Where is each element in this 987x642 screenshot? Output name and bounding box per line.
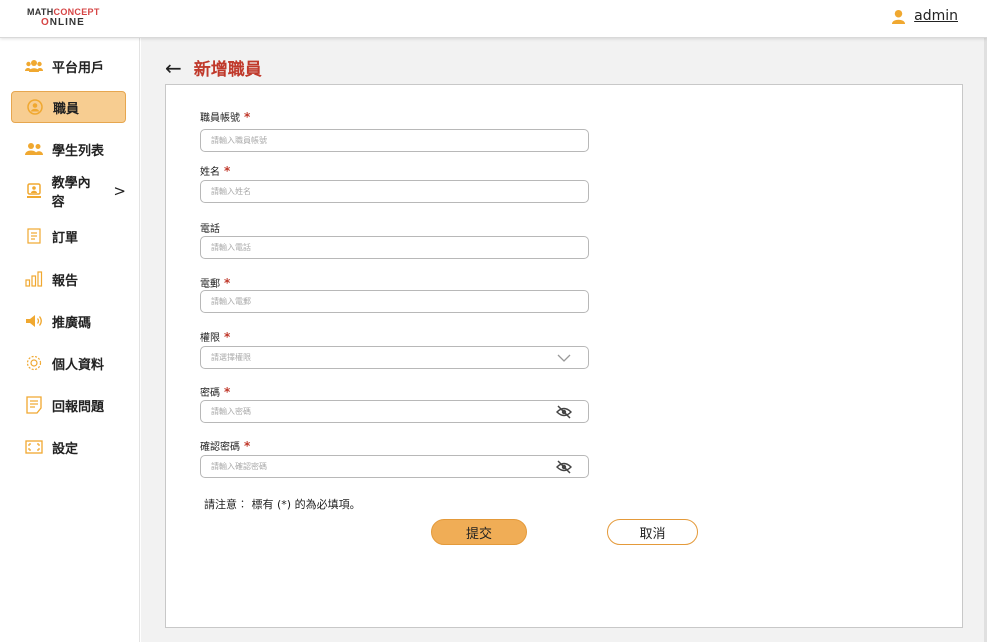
profile-icon [25, 354, 43, 372]
confirm-password-placeholder: 請輸入確認密碼 [211, 462, 267, 471]
submit-button[interactable]: 提交 [431, 519, 527, 545]
teaching-icon [25, 182, 43, 200]
feedback-icon [25, 396, 43, 414]
logo-text-nline: NLINE [49, 17, 85, 28]
users-icon [25, 57, 43, 75]
user-name-link[interactable]: admin [914, 8, 958, 24]
sidebar-item-staff[interactable]: 職員 [11, 91, 126, 123]
sidebar-item-label: 職員 [53, 101, 80, 117]
settings-icon [25, 438, 43, 456]
name-label: 姓名 * [200, 164, 231, 178]
user-icon [892, 9, 906, 24]
back-arrow-icon[interactable]: ← [165, 58, 182, 78]
sidebar-item-label: 學生列表 [52, 143, 105, 159]
sidebar-item-label: 報告 [52, 273, 79, 289]
logo-text-concept: CONCEPT [53, 7, 100, 17]
promo-icon [25, 312, 43, 330]
phone-input[interactable] [200, 236, 589, 259]
confirm-password-label: 確認密碼 * [200, 439, 251, 453]
sidebar-item-students[interactable]: 學生列表 [11, 133, 126, 165]
page-header: ← 新增職員 [165, 55, 262, 81]
cancel-button[interactable]: 取消 [607, 519, 698, 545]
sidebar-item-teaching-content[interactable]: 教學內容 > [11, 175, 126, 210]
logo-text-o: O [41, 17, 50, 28]
sidebar-item-label: 教學內容 [51, 176, 91, 210]
staff-account-input[interactable] [200, 129, 589, 152]
name-input[interactable] [200, 180, 589, 203]
chevron-right-icon: > [113, 182, 126, 200]
orders-icon [25, 227, 43, 245]
sidebar-item-label: 推廣碼 [52, 315, 92, 331]
user-menu[interactable]: admin [891, 8, 958, 24]
top-bar: MATHCONCEPT ONLINE admin [0, 0, 987, 38]
permission-label: 權限 * [200, 330, 231, 344]
password-label: 密碼 * [200, 385, 231, 399]
eye-off-icon[interactable] [556, 405, 572, 419]
confirm-password-field[interactable]: 請輸入確認密碼 [200, 455, 589, 478]
app-logo[interactable]: MATHCONCEPT ONLINE [27, 8, 100, 28]
page-title: 新增職員 [193, 60, 262, 80]
sidebar-item-report-issue[interactable]: 回報問題 [11, 389, 126, 421]
staff-icon [26, 98, 44, 116]
students-icon [25, 140, 43, 158]
sidebar-item-label: 訂單 [52, 230, 79, 246]
sidebar-item-orders[interactable]: 訂單 [11, 220, 126, 252]
sidebar: 平台用戶 職員 學生列表 教學內容 > 訂單 報告 推廣碼 個人資料 回報問題 … [0, 38, 140, 642]
email-input[interactable] [200, 290, 589, 313]
sidebar-item-settings[interactable]: 設定 [11, 431, 126, 463]
permission-select-value: 請選擇權限 [211, 353, 251, 362]
email-label: 電郵 * [200, 276, 231, 290]
required-note: 請注意︰ 標有 (*) 的為必填項。 [204, 498, 361, 511]
sidebar-item-label: 回報問題 [52, 399, 105, 415]
sidebar-item-label: 平台用戶 [52, 60, 105, 76]
sidebar-item-promo-code[interactable]: 推廣碼 [11, 305, 126, 337]
sidebar-item-label: 設定 [52, 441, 79, 457]
logo-text-math: MATH [27, 7, 54, 17]
sidebar-item-label: 個人資料 [52, 357, 105, 373]
add-staff-form: 職員帳號* 姓名* 電話 電郵* 權限* 請選擇權限 密碼* 請輸入密碼 確認密… [165, 84, 963, 628]
password-field[interactable]: 請輸入密碼 [200, 400, 589, 423]
staff-account-label: 職員帳號 * [200, 110, 251, 124]
permission-select[interactable]: 請選擇權限 [200, 346, 589, 369]
sidebar-item-profile[interactable]: 個人資料 [11, 347, 126, 379]
password-placeholder: 請輸入密碼 [211, 407, 251, 416]
sidebar-item-report[interactable]: 報告 [11, 263, 126, 295]
report-icon [25, 270, 43, 288]
chevron-down-icon [557, 354, 571, 362]
eye-off-icon[interactable] [556, 460, 572, 474]
phone-label: 電話 [200, 224, 220, 235]
main-content: ← 新增職員 職員帳號* 姓名* 電話 電郵* 權限* 請選擇權限 密碼* 請輸… [141, 38, 987, 642]
sidebar-item-platform-users[interactable]: 平台用戶 [11, 50, 126, 82]
